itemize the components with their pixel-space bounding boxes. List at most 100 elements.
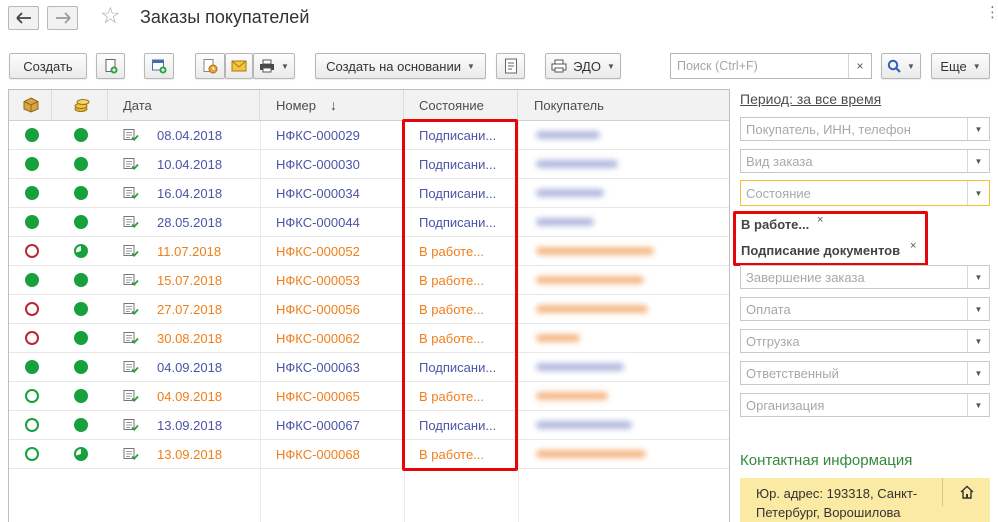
table-row[interactable]: 08.04.2018 НФКС-000029 Подписани... (9, 121, 729, 150)
responsible-filter[interactable]: ▼ (740, 361, 990, 385)
chevron-down-icon[interactable]: ▼ (967, 118, 989, 140)
print-button[interactable]: ▼ (253, 53, 295, 79)
payment-status-cell (74, 179, 88, 207)
header-state[interactable]: Состояние (404, 90, 518, 120)
table-row[interactable]: 13.09.2018 НФКС-000068 В работе... (9, 440, 729, 469)
order-kind-filter[interactable]: ▼ (740, 149, 990, 173)
table-row[interactable]: 11.07.2018 НФКС-000052 В работе... (9, 237, 729, 266)
payment-filter[interactable]: ▼ (740, 297, 990, 321)
status-partial-pie-icon (74, 447, 88, 461)
table-row[interactable]: 04.09.2018 НФКС-000065 В работе... (9, 382, 729, 411)
table-row[interactable]: 28.05.2018 НФКС-000044 Подписани... (9, 208, 729, 237)
new-form-button[interactable] (144, 53, 174, 79)
search-field[interactable]: × (670, 53, 872, 79)
status-ring-green-icon (25, 447, 39, 461)
home-address-button[interactable] (942, 478, 990, 506)
status-ring-green-icon (25, 389, 39, 403)
document-posted-icon (123, 150, 139, 178)
order-state: Подписани... (419, 127, 497, 143)
buyer-filter-input[interactable] (741, 118, 966, 140)
order-number: НФКС-000030 (276, 156, 360, 172)
favorite-star-icon[interactable]: ☆ (100, 4, 121, 27)
chevron-down-icon[interactable]: ▼ (967, 150, 989, 172)
search-clear-icon[interactable]: × (848, 54, 871, 78)
status-ring-red-icon (25, 244, 39, 258)
table-row[interactable]: 10.04.2018 НФКС-000030 Подписани... (9, 150, 729, 179)
chevron-down-icon[interactable]: ▼ (967, 181, 989, 205)
shipment-filter-input[interactable] (741, 330, 966, 352)
document-posted-icon (123, 353, 139, 381)
buyer-filter[interactable]: ▼ (740, 117, 990, 141)
printer-icon (260, 59, 275, 73)
chevron-down-icon: ▼ (972, 61, 981, 71)
status-dot-filled-icon (74, 331, 88, 345)
state-filter[interactable]: ▼ (740, 180, 990, 206)
chevron-down-icon[interactable]: ▼ (967, 394, 989, 416)
create-button[interactable]: Создать (9, 53, 87, 79)
send-email-button[interactable] (225, 53, 253, 79)
table-row[interactable]: 15.07.2018 НФКС-000053 В работе... (9, 266, 729, 295)
more-button[interactable]: Еще ▼ (931, 53, 990, 79)
edo-button[interactable]: ЭДО ▼ (545, 53, 621, 79)
document-posted-icon (123, 382, 139, 410)
state-filter-input[interactable] (741, 181, 966, 205)
chevron-down-icon[interactable]: ▼ (967, 362, 989, 384)
status-dot-filled-icon (25, 360, 39, 374)
header-buyer[interactable]: Покупатель (518, 90, 729, 120)
table-row[interactable]: 13.09.2018 НФКС-000067 Подписани... (9, 411, 729, 440)
search-input[interactable] (671, 54, 846, 78)
header-number[interactable]: Номер (260, 90, 404, 120)
order-kind-filter-input[interactable] (741, 150, 966, 172)
blurred-text (536, 363, 624, 371)
forward-button[interactable] (47, 6, 78, 30)
create-based-on-button[interactable]: Создать на основании ▼ (315, 53, 486, 79)
period-link[interactable]: Период: за все время (740, 91, 881, 107)
table-row[interactable]: 30.08.2018 НФКС-000062 В работе... (9, 324, 729, 353)
status-dot-filled-icon (74, 273, 88, 287)
back-button[interactable] (8, 6, 39, 30)
table-row[interactable]: 16.04.2018 НФКС-000034 Подписани... (9, 179, 729, 208)
organization-filter[interactable]: ▼ (740, 393, 990, 417)
shipment-filter[interactable]: ▼ (740, 329, 990, 353)
document-posted-icon (123, 179, 139, 207)
order-state: Подписани... (419, 214, 497, 230)
payment-status-cell (74, 324, 88, 352)
order-state: В работе... (419, 330, 485, 346)
header-date[interactable]: Дата ↓ (108, 90, 337, 120)
chevron-down-icon[interactable]: ▼ (967, 298, 989, 320)
order-date: 30.08.2018 (157, 330, 223, 346)
attachments-button[interactable] (195, 53, 225, 79)
remove-tag-icon[interactable]: × (817, 214, 823, 226)
completion-filter[interactable]: ▼ (740, 265, 990, 289)
blurred-text (536, 450, 646, 458)
search-button[interactable]: ▼ (881, 53, 921, 79)
remove-tag-icon[interactable]: × (910, 240, 916, 252)
order-number: НФКС-000063 (276, 359, 360, 375)
order-date: 13.09.2018 (157, 417, 223, 433)
header-shipment-status[interactable] (9, 90, 52, 120)
table-row[interactable]: 04.09.2018 НФКС-000063 Подписани... (9, 353, 729, 382)
copy-button[interactable] (96, 53, 125, 79)
payment-filter-input[interactable] (741, 298, 966, 320)
coins-icon (74, 99, 90, 112)
order-number: НФКС-000034 (276, 185, 360, 201)
organization-filter-input[interactable] (741, 394, 966, 416)
shipment-status-cell (25, 266, 39, 294)
responsible-filter-input[interactable] (741, 362, 966, 384)
chevron-down-icon[interactable]: ▼ (967, 266, 989, 288)
table-row[interactable]: 27.07.2018 НФКС-000056 В работе... (9, 295, 729, 324)
buyer-name-redacted (536, 295, 648, 323)
chevron-down-icon: ▼ (907, 61, 915, 71)
report-button[interactable] (496, 53, 525, 79)
buyer-name-redacted (536, 150, 618, 178)
chevron-down-icon[interactable]: ▼ (967, 330, 989, 352)
status-dot-filled-icon (74, 215, 88, 229)
payment-status-cell (74, 266, 88, 294)
completion-filter-input[interactable] (741, 266, 966, 288)
state-tag-signing: Подписание документов (741, 243, 901, 258)
box-icon (23, 97, 39, 113)
more-actions-icon[interactable]: ⋮ (985, 5, 998, 20)
shipment-status-cell (25, 179, 39, 207)
buyer-name-redacted (536, 121, 600, 149)
header-payment-status[interactable] (52, 90, 108, 120)
